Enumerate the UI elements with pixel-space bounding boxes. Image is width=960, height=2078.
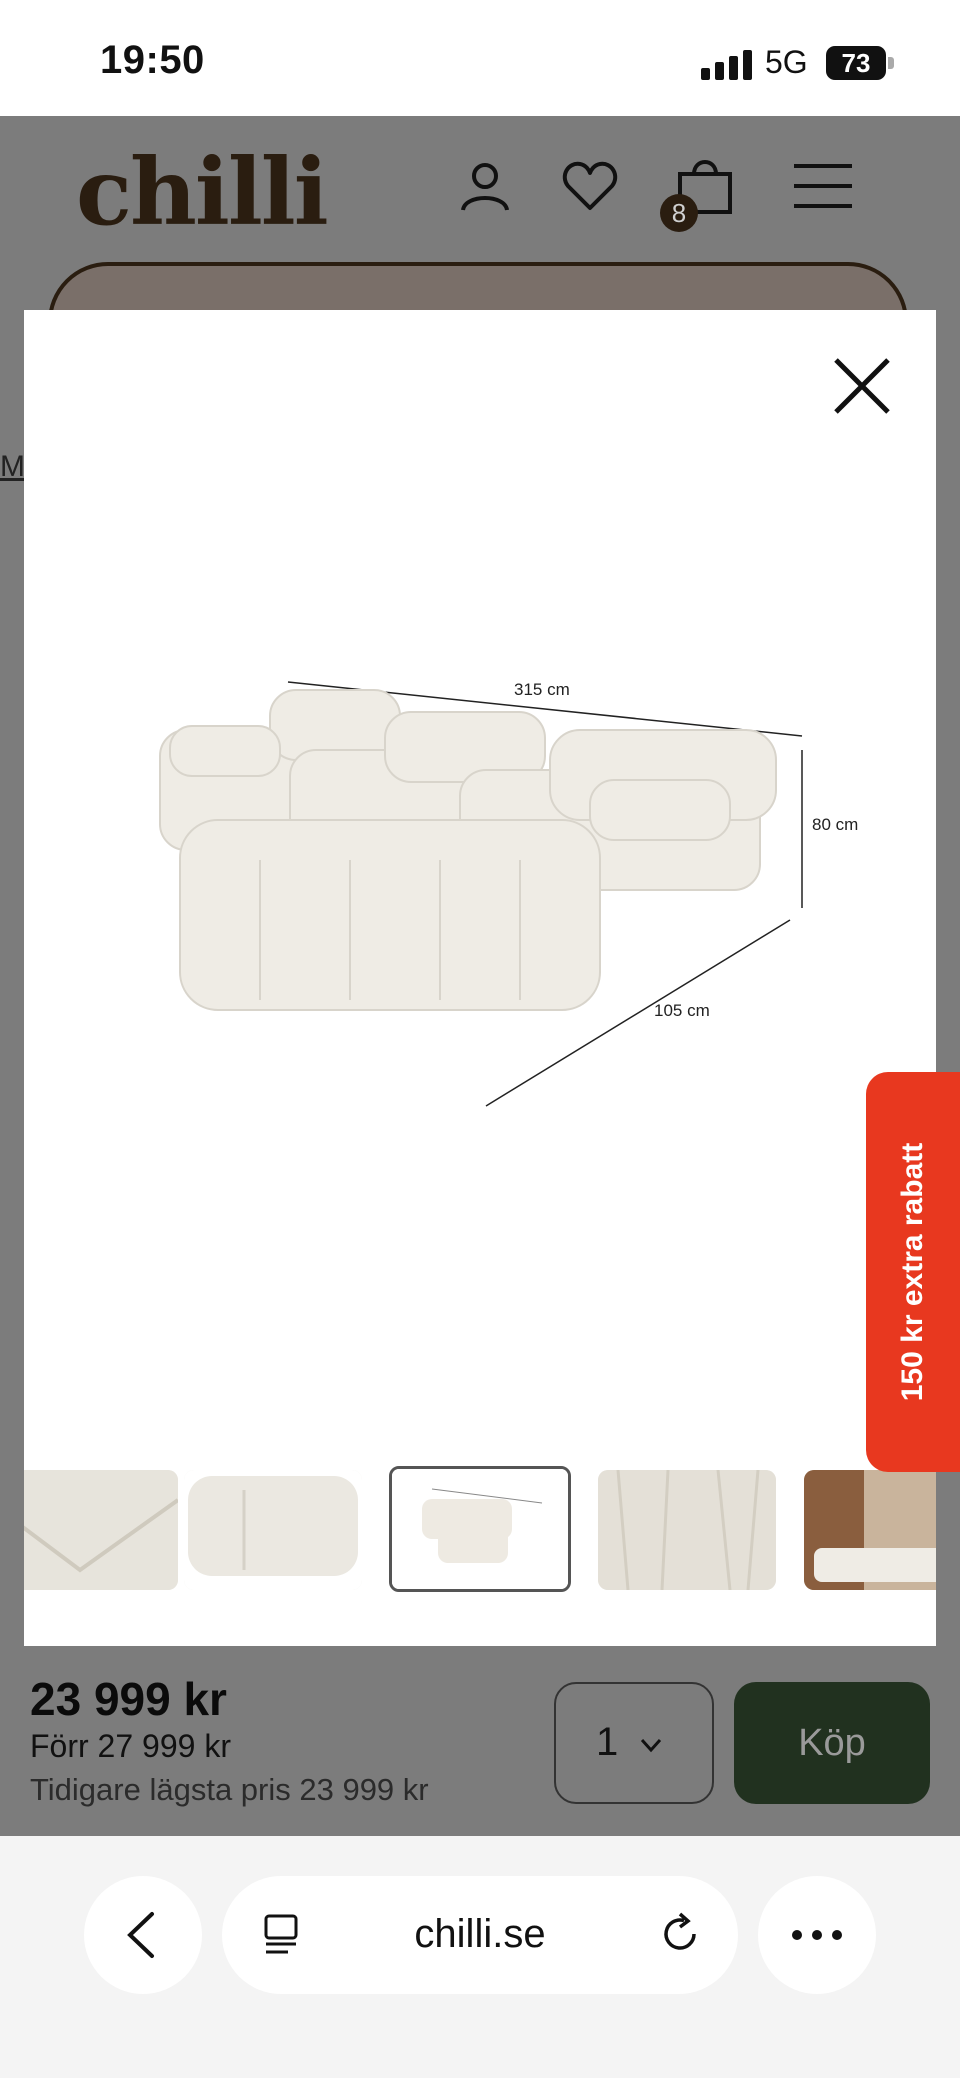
more-button[interactable]: [758, 1876, 876, 1994]
thumbnail-fabric-texture[interactable]: [598, 1470, 776, 1590]
thumbnail-room-scene[interactable]: [804, 1470, 936, 1590]
battery-icon: 73: [826, 46, 896, 80]
more-icon: [792, 1930, 842, 1940]
product-image: 315 cm 80 cm 105 cm: [159, 680, 858, 1107]
thumbnail-strip: [24, 1460, 936, 1600]
dimension-height: 80 cm: [812, 815, 858, 834]
signal-icon: [701, 50, 753, 80]
lowest-price-note: Tidigare lägsta pris 23 999 kr: [30, 1772, 429, 1807]
promo-tab[interactable]: 150 kr extra rabatt: [866, 1072, 960, 1472]
chevron-down-icon: [640, 1738, 662, 1753]
status-time: 19:50: [100, 38, 205, 82]
quantity-value: 1: [596, 1720, 619, 1764]
thumbnail-dimensions-diagram[interactable]: [389, 1466, 571, 1592]
cart-count-badge: 8: [660, 194, 698, 232]
status-bar: 19:50 5G 73: [0, 0, 960, 116]
account-icon[interactable]: [455, 156, 515, 216]
buy-button[interactable]: Köp: [734, 1682, 930, 1804]
heart-icon[interactable]: [560, 156, 620, 216]
battery-level: 73: [826, 46, 886, 80]
close-icon[interactable]: [826, 350, 898, 422]
back-button[interactable]: [84, 1876, 202, 1994]
network-label: 5G: [765, 44, 808, 80]
menu-icon[interactable]: [792, 160, 854, 212]
site-logo[interactable]: chilli: [76, 138, 329, 246]
chevron-left-icon: [127, 1912, 154, 1958]
reload-icon[interactable]: [658, 1912, 702, 1956]
thumbnail-cushion-closeup[interactable]: [184, 1470, 362, 1590]
current-price: 23 999 kr: [30, 1673, 227, 1725]
quantity-select[interactable]: 1: [554, 1682, 714, 1804]
dimension-width: 315 cm: [514, 680, 570, 699]
previous-price: Förr 27 999 kr: [30, 1728, 231, 1764]
promo-label: 150 kr extra rabatt: [896, 1142, 929, 1402]
dimension-depth: 105 cm: [654, 1001, 710, 1020]
address-bar[interactable]: chilli.se: [222, 1876, 738, 1994]
thumbnail-fabric-detail[interactable]: [24, 1470, 178, 1590]
